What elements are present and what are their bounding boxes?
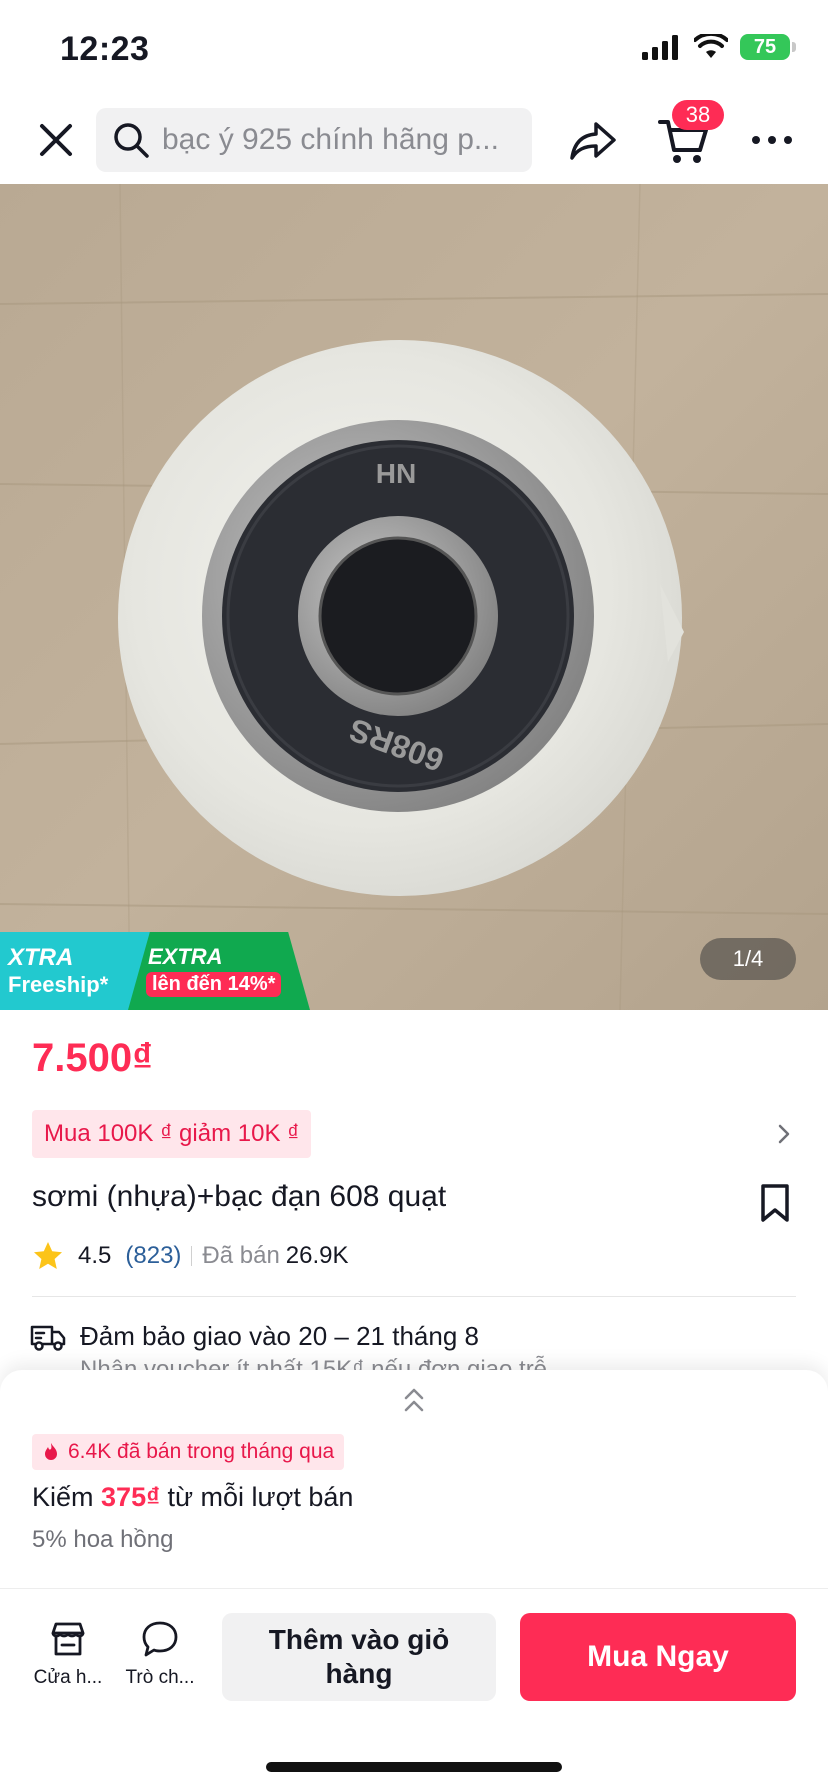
buy-now-button[interactable]: Mua Ngay (520, 1613, 796, 1701)
chat-button[interactable]: Trò ch... (118, 1619, 202, 1689)
search-placeholder: bạc ý 925 chính hãng p... (162, 123, 499, 156)
share-icon[interactable] (568, 116, 618, 164)
freeship-label: Freeship* (8, 972, 109, 997)
product-price: 7.500₫ (32, 1036, 153, 1080)
earn-amount: 375₫ (101, 1482, 160, 1512)
affiliate-sheet[interactable]: 6.4K đã bán trong tháng qua Kiếm 375₫ từ… (0, 1370, 828, 1588)
sold-label: Đã bán (202, 1242, 280, 1269)
home-indicator (266, 1762, 562, 1772)
top-nav: bạc ý 925 chính hãng p... 38 (0, 96, 828, 184)
close-icon[interactable] (32, 116, 80, 164)
double-chevron-up-icon[interactable] (402, 1386, 426, 1414)
status-time: 12:23 (60, 30, 150, 68)
battery-icon: 75 (740, 34, 796, 60)
product-image-gallery[interactable]: NH 608RS (0, 184, 828, 1010)
shop-icon (51, 1622, 85, 1656)
sold-recent-badge: 6.4K đã bán trong tháng qua (32, 1434, 345, 1470)
search-input[interactable]: bạc ý 925 chính hãng p... (96, 108, 532, 172)
star-icon (34, 1242, 62, 1269)
extra-discount: lên đến 14%* (146, 972, 282, 997)
earn-prefix: Kiếm (32, 1482, 94, 1512)
divider (32, 1296, 796, 1297)
signal-icon (642, 35, 678, 60)
image-counter: 1/4 (700, 938, 796, 980)
add-to-cart-button[interactable]: Thêm vào giỏ hàng (222, 1613, 496, 1701)
commission-rate: 5% hoa hồng (32, 1526, 174, 1553)
status-indicators: 75 (642, 34, 796, 60)
delivery-truck-icon (30, 1325, 66, 1351)
voucher-tag[interactable]: Mua 100K ₫ giảm 10K ₫ (32, 1110, 312, 1158)
chat-icon (142, 1621, 178, 1657)
product-photo: NH 608RS (0, 184, 828, 1010)
wifi-icon (694, 34, 728, 58)
more-options-icon[interactable] (748, 118, 796, 162)
rating-divider (191, 1246, 193, 1266)
shop-button[interactable]: Cửa h... (26, 1619, 110, 1689)
bookmark-icon[interactable] (758, 1182, 792, 1224)
shop-label: Cửa h... (33, 1667, 103, 1688)
sold-count: 26.9K (285, 1242, 349, 1269)
rating-count-link[interactable]: (823) (125, 1242, 181, 1270)
earn-line: Kiếm 375₫ từ mỗi lượt bán (32, 1482, 353, 1513)
extra-label: EXTRA (148, 944, 223, 969)
bearing-label-top: NH (376, 458, 416, 489)
fire-icon (45, 1443, 57, 1460)
chat-label: Trò ch... (125, 1667, 195, 1688)
xtra-label: XTRA (8, 944, 74, 971)
search-icon (114, 123, 149, 158)
earn-suffix: từ mỗi lượt bán (167, 1482, 354, 1512)
cart-count-badge: 38 (672, 100, 724, 130)
battery-level: 75 (753, 35, 777, 58)
promo-banner: XTRA Freeship* EXTRA lên đến 14%* (0, 932, 310, 1010)
status-bar: 12:23 75 (0, 0, 828, 96)
chevron-right-icon[interactable] (774, 1122, 794, 1146)
rating-value: 4.5 (78, 1242, 112, 1269)
sold-recent-text: 6.4K đã bán trong tháng qua (68, 1440, 335, 1463)
shipping-guarantee-text: Đảm bảo giao vào 20 – 21 tháng 8 (80, 1320, 479, 1351)
product-title: sơmi (nhựa)+bạc đạn 608 quạt (32, 1180, 447, 1213)
rating-row: 4.5 (823) Đã bán 26.9K (32, 1238, 349, 1274)
shipping-guarantee-row[interactable]: Đảm bảo giao vào 20 – 21 tháng 8 (30, 1318, 479, 1354)
